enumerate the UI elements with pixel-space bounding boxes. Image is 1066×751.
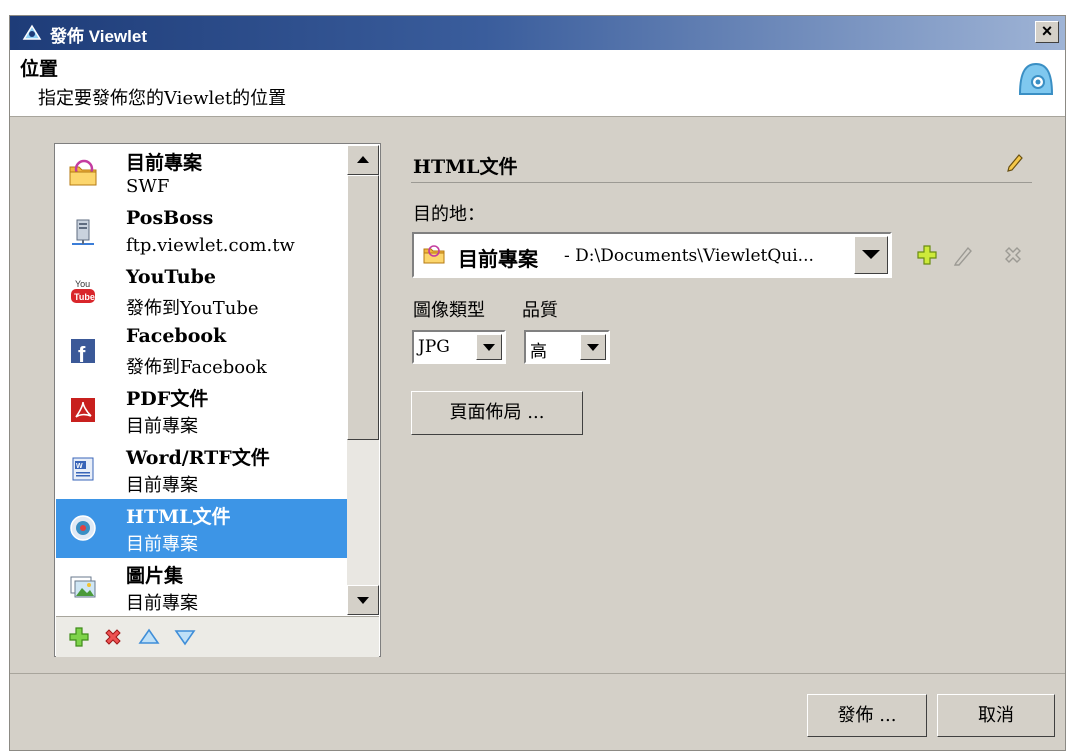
list-item-word-rtf[interactable]: W Word/RTF文件 目前專案 bbox=[56, 440, 347, 499]
list-item-detail: ftp.viewlet.com.tw bbox=[126, 235, 295, 256]
page-layout-button[interactable]: 頁面佈局 ... bbox=[411, 391, 583, 435]
chevron-down-icon bbox=[483, 344, 495, 351]
list-item-pdf[interactable]: PDF文件 目前專案 bbox=[56, 381, 347, 440]
page-subtitle: 指定要發佈您的Viewlet的位置 bbox=[38, 88, 287, 109]
list-item-image-gallery[interactable]: 圖片集 目前專案 bbox=[56, 558, 347, 615]
svg-text:f: f bbox=[78, 342, 86, 366]
triangle-down-icon bbox=[357, 597, 369, 604]
panel-title: HTML文件 bbox=[413, 156, 518, 178]
triangle-up-icon bbox=[357, 156, 369, 163]
list-item-name: PosBoss bbox=[126, 207, 214, 229]
chevron-down-icon bbox=[587, 344, 599, 351]
svg-text:Tube: Tube bbox=[74, 292, 95, 302]
ftp-server-icon bbox=[72, 219, 94, 245]
list-item-detail: 目前專案 bbox=[126, 475, 198, 496]
list-item-name: YouTube bbox=[126, 266, 216, 288]
list-item-name: 圖片集 bbox=[126, 565, 184, 587]
quality-dropdown-arrow[interactable] bbox=[580, 334, 606, 360]
panel-divider bbox=[411, 182, 1032, 183]
scroll-thumb[interactable] bbox=[347, 175, 379, 440]
pdf-icon bbox=[71, 398, 95, 422]
svg-text:You: You bbox=[75, 279, 90, 289]
list-item-detail: 發佈到YouTube bbox=[126, 298, 259, 319]
list-item-name: HTML文件 bbox=[126, 506, 231, 528]
page-title: 位置 bbox=[20, 58, 59, 80]
destination-label: 目的地： bbox=[413, 204, 485, 225]
add-destination-button[interactable] bbox=[916, 244, 938, 266]
move-down-button[interactable] bbox=[174, 626, 196, 648]
destination-name: 目前專案 bbox=[458, 247, 538, 271]
facebook-icon: f bbox=[71, 339, 95, 366]
svg-text:W: W bbox=[76, 463, 83, 470]
image-gallery-icon bbox=[70, 576, 96, 598]
publish-dialog: 發佈 Viewlet × 位置 指定要發佈您的Viewlet的位置 目前專案 S… bbox=[9, 15, 1066, 751]
image-type-value: JPG bbox=[418, 337, 450, 357]
list-item-current-project-swf[interactable]: 目前專案 SWF bbox=[56, 145, 347, 204]
word-icon: W bbox=[72, 457, 94, 481]
list-item-detail: 發佈到Facebook bbox=[126, 357, 267, 378]
list-items: 目前專案 SWF PosBoss ftp.viewlet.com.tw You bbox=[56, 145, 347, 615]
youtube-icon: You Tube bbox=[71, 279, 95, 303]
delete-target-button[interactable] bbox=[102, 626, 124, 648]
page-header: 位置 指定要發佈您的Viewlet的位置 bbox=[10, 50, 1065, 117]
scroll-down-button[interactable] bbox=[347, 585, 379, 615]
move-up-button[interactable] bbox=[138, 626, 160, 648]
list-item-name: Word/RTF文件 bbox=[126, 447, 270, 469]
location-icon bbox=[1018, 62, 1054, 95]
list-item-detail: SWF bbox=[126, 176, 170, 197]
edit-pencil-icon[interactable] bbox=[1004, 150, 1026, 172]
destination-path: - D:\Documents\ViewletQui... bbox=[564, 246, 814, 266]
quality-label: 品質 bbox=[522, 300, 558, 321]
footer-divider bbox=[10, 673, 1065, 674]
quality-value: 高 bbox=[530, 342, 547, 362]
list-item-youtube[interactable]: You Tube YouTube 發佈到YouTube bbox=[56, 263, 347, 322]
list-item-html-selected[interactable]: HTML文件 目前專案 bbox=[56, 499, 347, 558]
image-type-select[interactable]: JPG bbox=[412, 330, 506, 364]
folder-icon bbox=[69, 159, 97, 186]
list-item-detail: 目前專案 bbox=[126, 534, 198, 555]
destination-dropdown[interactable]: 目前專案 - D:\Documents\ViewletQui... bbox=[412, 232, 892, 278]
list-toolbar bbox=[56, 616, 379, 657]
close-button[interactable]: × bbox=[1035, 21, 1059, 43]
list-item-detail: 目前專案 bbox=[126, 416, 198, 437]
title-bar[interactable]: 發佈 Viewlet × bbox=[10, 16, 1065, 50]
list-item-name: PDF文件 bbox=[126, 388, 209, 410]
cancel-button[interactable]: 取消 bbox=[937, 694, 1055, 737]
delete-destination-button[interactable] bbox=[1002, 244, 1024, 266]
window-title: 發佈 Viewlet bbox=[50, 27, 147, 46]
destination-dropdown-arrow[interactable] bbox=[854, 236, 888, 274]
html-icon bbox=[70, 515, 96, 541]
chevron-down-icon bbox=[862, 250, 880, 259]
publish-button[interactable]: 發佈 ... bbox=[807, 694, 927, 737]
scroll-up-button[interactable] bbox=[347, 145, 379, 175]
image-type-dropdown-arrow[interactable] bbox=[476, 334, 502, 360]
list-item-posboss[interactable]: PosBoss ftp.viewlet.com.tw bbox=[56, 204, 347, 263]
list-item-facebook[interactable]: f Facebook 發佈到Facebook bbox=[56, 322, 347, 381]
viewlet-app-icon bbox=[22, 24, 42, 40]
add-target-button[interactable] bbox=[68, 626, 90, 648]
list-item-name: 目前專案 bbox=[126, 152, 203, 174]
list-item-detail: 目前專案 bbox=[126, 593, 198, 614]
list-item-name: Facebook bbox=[126, 325, 227, 347]
quality-select[interactable]: 高 bbox=[524, 330, 610, 364]
folder-icon bbox=[423, 245, 445, 264]
publish-target-list: 目前專案 SWF PosBoss ftp.viewlet.com.tw You bbox=[54, 143, 381, 657]
list-scrollbar[interactable] bbox=[347, 145, 379, 615]
edit-destination-button[interactable] bbox=[952, 244, 974, 266]
image-type-label: 圖像類型 bbox=[413, 300, 485, 321]
